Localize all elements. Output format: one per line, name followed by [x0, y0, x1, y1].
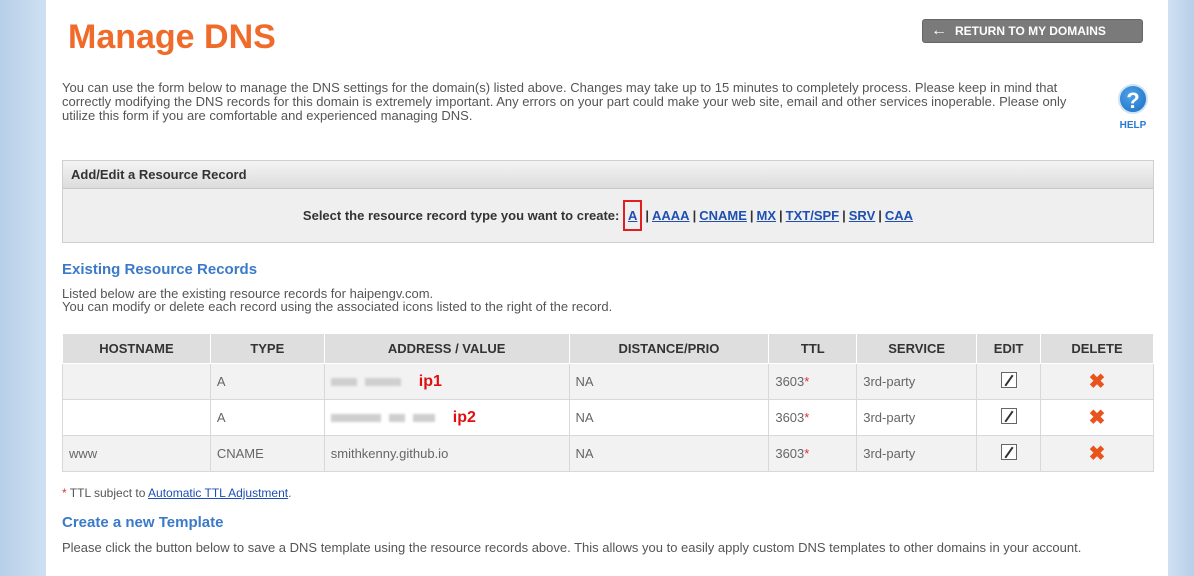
table-row: A ip1 NA 3603* 3rd-party ✖ [62, 363, 1154, 400]
cell-prio: NA [568, 399, 770, 436]
existing-records-title: Existing Resource Records [62, 261, 258, 278]
col-delete: DELETE [1040, 333, 1154, 364]
table-header-row: HOSTNAME TYPE ADDRESS / VALUE DISTANCE/P… [62, 333, 1154, 364]
col-address: ADDRESS / VALUE [323, 333, 570, 364]
cell-address: ip2 [323, 399, 570, 436]
record-type-link-caa[interactable]: CAA [885, 208, 913, 223]
cell-prio: NA [568, 363, 770, 400]
highlight-box: A [622, 200, 643, 231]
records-table: HOSTNAME TYPE ADDRESS / VALUE DISTANCE/P… [62, 333, 1154, 472]
ttl-star: * [804, 374, 810, 389]
record-type-link-txt-spf[interactable]: TXT/SPF [786, 208, 839, 223]
cell-edit [976, 363, 1042, 400]
redacted-value [330, 413, 381, 422]
cell-delete: ✖ [1040, 363, 1154, 400]
edit-pencil-icon[interactable] [1000, 372, 1017, 388]
delete-x-icon[interactable]: ✖ [1089, 443, 1106, 465]
create-template-desc: Please click the button below to save a … [62, 540, 1082, 555]
cell-delete: ✖ [1040, 435, 1154, 472]
add-edit-record-header: Add/Edit a Resource Record [63, 161, 1153, 189]
create-template-title: Create a new Template [62, 514, 224, 531]
redacted-value [330, 377, 357, 386]
col-hostname: HOSTNAME [62, 333, 211, 364]
ttl-value: 3603 [775, 410, 805, 425]
intro-text: You can use the form below to manage the… [62, 80, 1067, 123]
ttl-value: 3603 [775, 446, 805, 461]
ttl-value: 3603 [775, 374, 805, 389]
record-type-selector: Select the resource record type you want… [63, 189, 1153, 231]
col-edit: EDIT [976, 333, 1042, 364]
help-icon: ? [1118, 84, 1148, 114]
cell-type: CNAME [209, 435, 325, 472]
return-button-label: RETURN TO MY DOMAINS [955, 24, 1106, 38]
edit-pencil-icon[interactable] [1000, 444, 1017, 460]
left-background [0, 0, 46, 576]
table-row: www CNAME smithkenny.github.io NA 3603* … [62, 435, 1154, 472]
cell-ttl: 3603* [768, 435, 858, 472]
cell-service: 3rd-party [856, 435, 978, 472]
automatic-ttl-adjustment-link[interactable]: Automatic TTL Adjustment [148, 486, 288, 500]
cell-ttl: 3603* [768, 363, 858, 400]
main-panel: Manage DNS ← RETURN TO MY DOMAINS You ca… [46, 0, 1168, 576]
table-row: A ip2 NA 3603* 3rd-party ✖ [62, 399, 1154, 436]
ttl-star: * [804, 446, 810, 461]
col-service: SERVICE [856, 333, 978, 364]
cell-address: smithkenny.github.io [323, 435, 570, 472]
existing-records-desc-2: You can modify or delete each record usi… [62, 299, 613, 314]
record-type-link-mx[interactable]: MX [757, 208, 777, 223]
page-title: Manage DNS [68, 18, 276, 56]
help-button[interactable]: ? HELP [1113, 84, 1153, 131]
col-distance-prio: DISTANCE/PRIO [568, 333, 770, 364]
footnote-text: TTL subject to [66, 486, 149, 500]
cell-prio: NA [568, 435, 770, 472]
ttl-footnote: * TTL subject to Automatic TTL Adjustmen… [62, 486, 291, 500]
cell-type: A [209, 399, 325, 436]
cell-edit [976, 399, 1042, 436]
right-background [1168, 0, 1194, 576]
cell-type: A [209, 363, 325, 400]
redacted-value [388, 413, 405, 422]
cell-hostname [62, 399, 211, 436]
cell-hostname: www [62, 435, 211, 472]
delete-x-icon[interactable]: ✖ [1089, 371, 1106, 393]
footnote-period: . [288, 486, 292, 500]
add-edit-record-box: Add/Edit a Resource Record Select the re… [62, 160, 1154, 243]
cell-hostname [62, 363, 211, 400]
record-type-link-cname[interactable]: CNAME [699, 208, 747, 223]
cell-edit [976, 435, 1042, 472]
ttl-star: * [804, 410, 810, 425]
annotation-label: ip2 [452, 408, 476, 426]
delete-x-icon[interactable]: ✖ [1089, 407, 1106, 429]
col-type: TYPE [209, 333, 325, 364]
edit-pencil-icon[interactable] [1000, 408, 1017, 424]
annotation-label: ip1 [418, 372, 442, 390]
cell-service: 3rd-party [856, 399, 978, 436]
cell-service: 3rd-party [856, 363, 978, 400]
redacted-value [364, 377, 401, 386]
record-type-link-aaaa[interactable]: AAAA [652, 208, 690, 223]
record-type-prompt: Select the resource record type you want… [302, 208, 620, 223]
help-label: HELP [1119, 120, 1147, 131]
arrow-left-icon: ← [931, 22, 947, 39]
redacted-value [412, 413, 435, 422]
cell-address: ip1 [323, 363, 570, 400]
return-to-my-domains-button[interactable]: ← RETURN TO MY DOMAINS [922, 19, 1143, 43]
col-ttl: TTL [768, 333, 858, 364]
record-type-link-a[interactable]: A [628, 208, 637, 223]
cell-ttl: 3603* [768, 399, 858, 436]
cell-delete: ✖ [1040, 399, 1154, 436]
record-type-link-srv[interactable]: SRV [849, 208, 876, 223]
